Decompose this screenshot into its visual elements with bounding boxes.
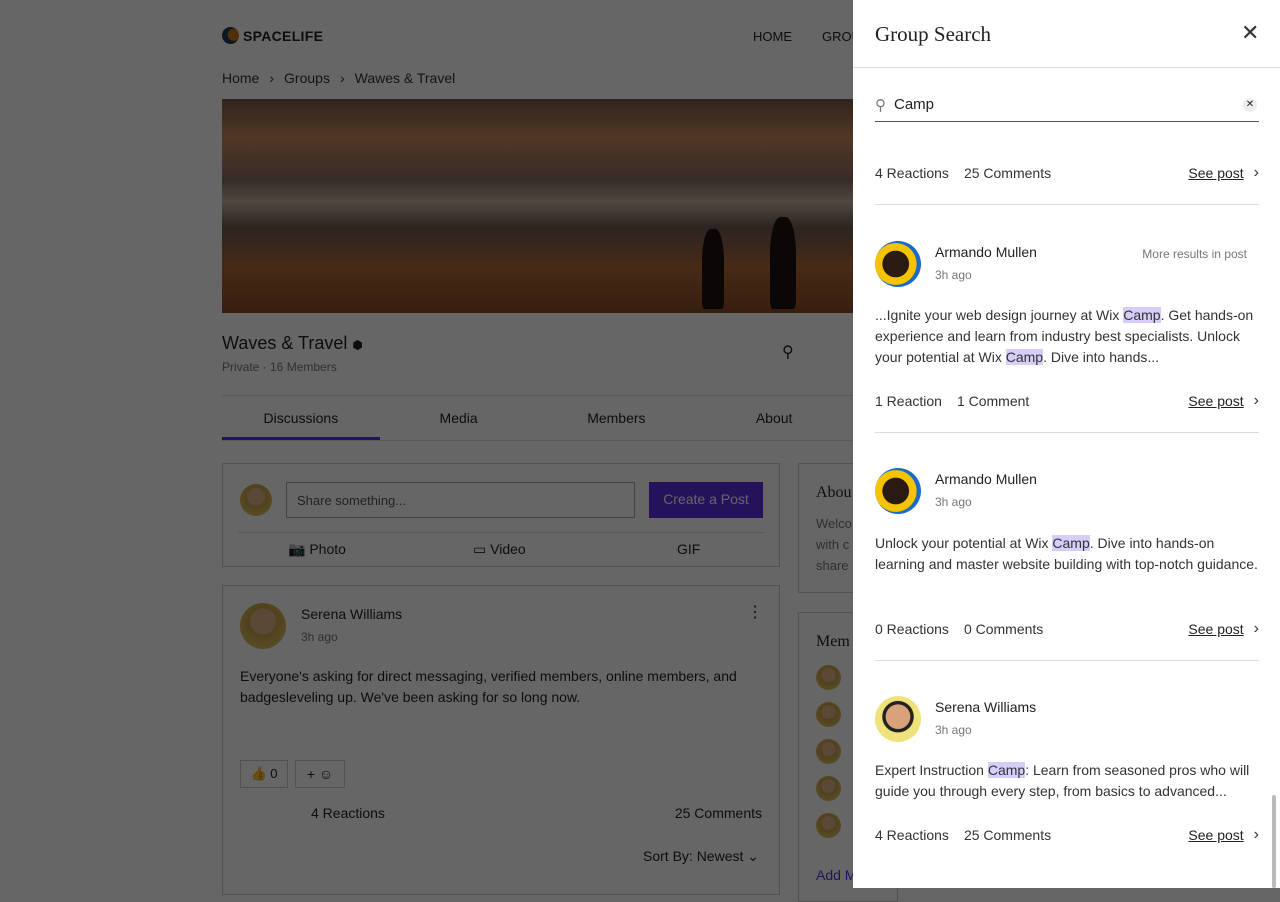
result-time: 3h ago bbox=[935, 268, 972, 282]
see-post-link[interactable]: See post bbox=[1188, 827, 1243, 843]
see-post-link[interactable]: See post bbox=[1188, 165, 1243, 181]
result-time: 3h ago bbox=[935, 723, 972, 737]
private-shield-icon: ⬢ bbox=[352, 338, 363, 352]
top-nav: HOME GROU bbox=[753, 29, 861, 44]
group-tabs: Discussions Media Members About bbox=[222, 395, 853, 441]
result-author[interactable]: Serena Williams bbox=[935, 699, 1036, 715]
member-avatar[interactable] bbox=[816, 776, 841, 801]
post-text: Everyone's asking for direct messaging, … bbox=[240, 668, 737, 705]
panel-title: Group Search bbox=[875, 22, 992, 46]
group-subtitle: Private · 16 Members bbox=[222, 360, 337, 374]
gif-button[interactable]: GIF bbox=[677, 541, 700, 557]
member-avatar[interactable] bbox=[816, 813, 841, 838]
logo-text: SPACELIFE bbox=[243, 27, 324, 44]
clear-search-icon[interactable]: ✕ bbox=[1243, 97, 1257, 112]
result-time: 3h ago bbox=[935, 495, 972, 509]
post-composer: Create a Post 📷 Photo ▭ Video GIF bbox=[222, 463, 780, 567]
about-text: with c bbox=[816, 537, 850, 552]
post-card: Serena Williams 3h ago ⋮ Everyone's aski… bbox=[222, 585, 780, 895]
add-reaction-button[interactable]: + ☺ bbox=[295, 760, 345, 788]
camera-icon: 📷 bbox=[288, 541, 306, 557]
member-avatar[interactable] bbox=[816, 739, 841, 764]
reactions-count[interactable]: 4 Reactions bbox=[311, 805, 385, 821]
breadcrumb: Home › Groups › Wawes & Travel bbox=[222, 70, 455, 86]
group-search-panel: Group Search ✕ ⚲ ✕ 4 Reactions 25 Comment… bbox=[853, 0, 1280, 888]
scrollbar[interactable] bbox=[1272, 795, 1276, 888]
logo-icon bbox=[222, 27, 239, 44]
video-button[interactable]: ▭ Video bbox=[473, 541, 526, 558]
search-icon: ⚲ bbox=[875, 96, 886, 114]
see-post-link[interactable]: See post bbox=[1188, 621, 1243, 637]
reactions-count: 4 Reactions bbox=[875, 827, 949, 843]
avatar bbox=[240, 603, 286, 649]
tab-media[interactable]: Media bbox=[380, 396, 538, 440]
close-icon[interactable]: ✕ bbox=[1241, 20, 1259, 46]
breadcrumb-current: Wawes & Travel bbox=[354, 70, 456, 86]
breadcrumb-groups[interactable]: Groups bbox=[284, 70, 330, 86]
members-title: Mem bbox=[816, 633, 850, 650]
video-icon: ▭ bbox=[473, 541, 487, 557]
group-title: Waves & Travel ⬢ bbox=[222, 333, 363, 353]
chevron-right-icon: › bbox=[1253, 164, 1259, 181]
like-button[interactable]: 👍 0 bbox=[240, 760, 288, 788]
about-title: Abou bbox=[816, 484, 852, 501]
see-post-link[interactable]: See post bbox=[1188, 393, 1243, 409]
search-highlight: Camp bbox=[1123, 307, 1161, 323]
avatar bbox=[875, 696, 921, 742]
comments-count: 0 Comments bbox=[963, 621, 1044, 637]
comments-count[interactable]: 25 Comments bbox=[675, 805, 762, 821]
share-input[interactable] bbox=[286, 482, 635, 518]
result-text: Unlock your potential at Wix Camp. Dive … bbox=[875, 535, 1258, 572]
result-text: Expert Instruction Camp: Learn from seas… bbox=[875, 762, 1250, 799]
nav-home[interactable]: HOME bbox=[753, 29, 792, 44]
avatar bbox=[875, 468, 921, 514]
post-author[interactable]: Serena Williams bbox=[301, 606, 402, 622]
member-avatar[interactable] bbox=[816, 702, 841, 727]
more-results-label: More results in post bbox=[1142, 247, 1247, 261]
tab-members[interactable]: Members bbox=[538, 396, 696, 440]
comments-count: 25 Comments bbox=[963, 827, 1052, 843]
about-text: Welco bbox=[816, 516, 852, 531]
search-highlight: Camp bbox=[987, 762, 1026, 778]
tab-about[interactable]: About bbox=[695, 396, 853, 440]
add-members-link[interactable]: Add M bbox=[816, 867, 856, 883]
chevron-right-icon: › bbox=[339, 70, 345, 86]
result-author[interactable]: Armando Mullen bbox=[935, 244, 1037, 260]
chevron-right-icon: › bbox=[1253, 620, 1259, 637]
post-time: 3h ago bbox=[301, 630, 338, 644]
group-cover-image bbox=[222, 99, 853, 313]
smiley-icon: ☺ bbox=[318, 766, 334, 782]
chevron-right-icon: › bbox=[269, 70, 275, 86]
reactions-count: 0 Reactions bbox=[875, 621, 949, 637]
chevron-right-icon: › bbox=[1253, 826, 1259, 843]
avatar bbox=[875, 241, 921, 287]
avatar bbox=[240, 484, 272, 516]
search-input[interactable] bbox=[894, 96, 1243, 113]
chevron-right-icon: › bbox=[1253, 392, 1259, 409]
sort-dropdown[interactable]: Sort By: Newest ⌄ bbox=[643, 848, 759, 865]
create-post-button[interactable]: Create a Post bbox=[649, 482, 763, 518]
about-text: share bbox=[816, 558, 849, 573]
result-stats: 4 Reactions 25 Comments See post › bbox=[875, 164, 1259, 182]
member-avatar[interactable] bbox=[816, 665, 841, 690]
reactions-count: 1 Reaction bbox=[875, 393, 942, 409]
search-highlight: Camp bbox=[1005, 349, 1044, 365]
chevron-down-icon: ⌄ bbox=[747, 848, 759, 864]
more-options-icon[interactable]: ⋮ bbox=[747, 602, 763, 622]
photo-button[interactable]: 📷 Photo bbox=[288, 541, 346, 558]
site-logo[interactable]: SPACELIFE bbox=[222, 27, 323, 44]
search-field: ⚲ ✕ bbox=[875, 88, 1259, 122]
group-search-icon[interactable]: ⚲ bbox=[782, 342, 794, 362]
reactions-count: 4 Reactions bbox=[875, 165, 949, 181]
result-text: ...Ignite your web design journey at Wix… bbox=[875, 307, 1254, 365]
comments-count: 25 Comments bbox=[963, 165, 1052, 181]
thumbs-up-icon: 👍 bbox=[250, 766, 267, 781]
search-highlight: Camp bbox=[1052, 535, 1090, 551]
result-author[interactable]: Armando Mullen bbox=[935, 471, 1037, 487]
breadcrumb-home[interactable]: Home bbox=[222, 70, 259, 86]
comments-count: 1 Comment bbox=[956, 393, 1030, 409]
tab-discussions[interactable]: Discussions bbox=[222, 396, 380, 440]
